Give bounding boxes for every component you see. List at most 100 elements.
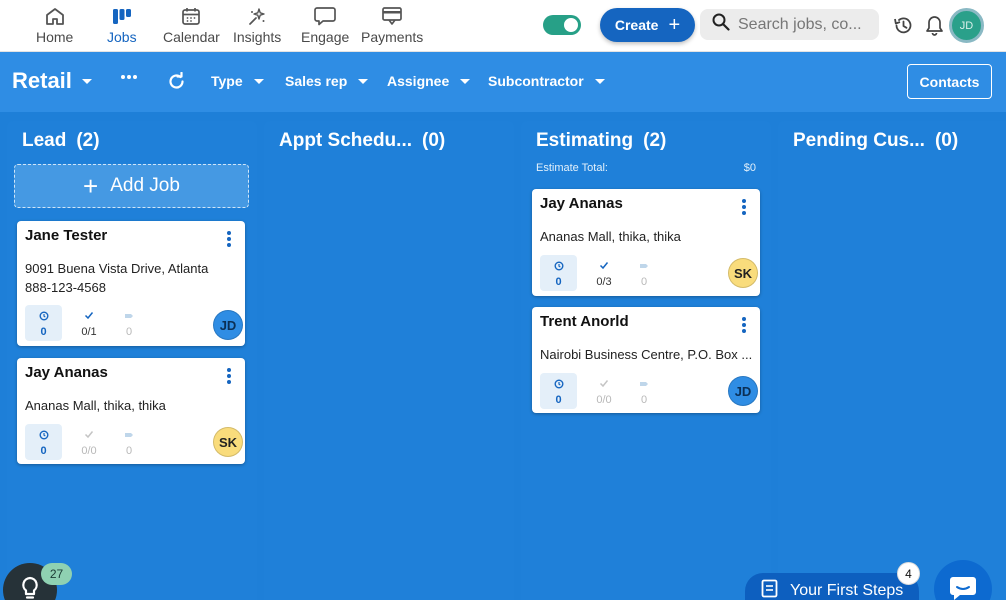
filter-sales-rep-label: Sales rep <box>285 73 348 89</box>
job-card-name: Jay Ananas <box>25 364 108 381</box>
add-job-label: Add Job <box>110 175 180 196</box>
more-options-icon[interactable] <box>120 74 138 80</box>
check-icon <box>599 259 609 273</box>
assignee-avatar[interactable]: SK <box>728 258 758 288</box>
chevron-down-icon <box>253 78 264 84</box>
nav-label-insights: Insights <box>233 29 282 45</box>
nav-item-engage[interactable]: Engage <box>301 5 349 45</box>
notes-stat: 0 <box>110 424 148 460</box>
column-title: Estimating <box>536 130 634 151</box>
filter-sales-rep[interactable]: Sales rep <box>285 73 369 89</box>
add-job-button[interactable]: + Add Job <box>14 164 249 208</box>
tasks-stat[interactable]: 0 <box>25 305 62 341</box>
help-count-badge: 27 <box>41 563 72 585</box>
estimate-total: Estimate Total: $0 <box>536 162 756 174</box>
search-input[interactable] <box>738 15 868 34</box>
column-count: (0) <box>422 130 446 151</box>
column-lead: Lead (2) + Add Job Jane Tester 9091 Buen… <box>7 121 257 600</box>
tasks-count: 0 <box>40 325 47 338</box>
notes-count: 0 <box>125 325 133 338</box>
nav-item-jobs[interactable]: Jobs <box>107 5 137 45</box>
tasks-stat[interactable]: 0 <box>540 373 577 409</box>
job-card-stats: 0 0/0 0 <box>25 424 150 460</box>
chat-icon <box>948 575 978 600</box>
job-card-address: 9091 Buena Vista Drive, Atlanta <box>25 261 209 276</box>
bell-icon[interactable] <box>923 14 945 36</box>
tasks-stat[interactable]: 0 <box>25 424 62 460</box>
job-card-stats: 0 0/3 0 <box>540 255 665 291</box>
filter-subcontractor[interactable]: Subcontractor <box>488 73 605 89</box>
home-icon <box>43 5 67 27</box>
job-card[interactable]: Jay Ananas Ananas Mall, thika, thika 0 0… <box>532 189 760 296</box>
checklist-stat: 0/3 <box>585 255 623 291</box>
job-card[interactable]: Trent Anorld Nairobi Business Centre, P.… <box>532 307 760 413</box>
nav-label-engage: Engage <box>301 29 350 45</box>
contacts-button[interactable]: Contacts <box>907 64 992 99</box>
check-icon <box>84 309 94 323</box>
user-avatar[interactable]: JD <box>949 8 984 43</box>
tag-icon <box>124 428 134 442</box>
job-card-address: Ananas Mall, thika, thika <box>25 398 166 413</box>
chat-bubble-icon <box>313 5 337 27</box>
history-icon[interactable] <box>892 14 914 36</box>
assignee-avatar[interactable]: JD <box>213 310 243 340</box>
column-title: Appt Schedu... <box>279 130 412 151</box>
mode-toggle-switch[interactable] <box>543 15 581 35</box>
column-count: (2) <box>643 130 667 151</box>
first-steps-badge: 4 <box>897 562 920 585</box>
job-card[interactable]: Jay Ananas Ananas Mall, thika, thika 0 0… <box>17 358 245 464</box>
chevron-down-icon <box>81 78 92 84</box>
notes-stat: 0 <box>625 373 663 409</box>
job-card-stats: 0 0/1 0 <box>25 305 150 341</box>
first-steps-button[interactable]: Your First Steps <box>745 573 919 600</box>
calendar-icon <box>179 5 203 27</box>
nav-label-home: Home <box>36 29 74 45</box>
plus-icon: + <box>668 14 681 36</box>
filter-type[interactable]: Type <box>211 73 264 89</box>
job-card-stats: 0 0/0 0 <box>540 373 665 409</box>
nav-label-payments: Payments <box>361 29 424 45</box>
tasks-stat[interactable]: 0 <box>540 255 577 291</box>
nav-item-calendar[interactable]: Calendar <box>163 5 220 45</box>
assignee-avatar[interactable]: SK <box>213 427 243 457</box>
job-card-address: Nairobi Business Centre, P.O. Box ... <box>540 347 753 362</box>
filter-assignee-label: Assignee <box>387 73 450 89</box>
kebab-menu-icon[interactable] <box>742 317 746 333</box>
board-selector[interactable]: Retail <box>12 68 92 94</box>
kebab-menu-icon[interactable] <box>742 199 746 215</box>
sparkle-icon <box>245 5 269 27</box>
column-title: Lead <box>22 130 67 151</box>
nav-label-calendar: Calendar <box>163 29 220 45</box>
notes-stat: 0 <box>110 305 148 341</box>
board-title: Retail <box>12 68 72 93</box>
nav-item-home[interactable]: Home <box>36 5 73 45</box>
board-toolbar: Retail Type Sales rep Assignee Subcontra… <box>0 52 1006 112</box>
global-search <box>700 9 879 40</box>
kebab-menu-icon[interactable] <box>227 368 231 384</box>
checklist-stat: 0/1 <box>70 305 108 341</box>
chevron-down-icon <box>594 78 605 84</box>
create-button[interactable]: Create + <box>600 8 695 42</box>
top-navigation-bar: Home Jobs Calendar Insights Engage Payme… <box>0 0 1006 52</box>
nav-item-payments[interactable]: Payments <box>361 5 423 45</box>
filter-subcontractor-label: Subcontractor <box>488 73 584 89</box>
job-card[interactable]: Jane Tester 9091 Buena Vista Drive, Atla… <box>17 221 245 346</box>
nav-label-jobs: Jobs <box>107 29 137 45</box>
refresh-icon[interactable] <box>167 72 186 91</box>
nav-item-insights[interactable]: Insights <box>233 5 281 45</box>
kebab-menu-icon[interactable] <box>227 231 231 247</box>
tag-icon <box>124 309 134 323</box>
filter-assignee[interactable]: Assignee <box>387 73 471 89</box>
column-title: Pending Cus... <box>793 130 925 151</box>
assignee-avatar[interactable]: JD <box>728 376 758 406</box>
checklist-count: 0/0 <box>81 444 97 457</box>
tag-icon <box>639 259 649 273</box>
filter-type-label: Type <box>211 73 243 89</box>
column-count: (0) <box>934 130 959 151</box>
tasks-count: 0 <box>40 444 47 457</box>
checklist-stat: 0/0 <box>585 373 623 409</box>
chevron-down-icon <box>358 78 369 84</box>
column-estimating: Estimating (2) Estimate Total: $0 Jay An… <box>521 121 771 600</box>
column-pending-customer: Pending Cus... (0) <box>778 121 1006 600</box>
checklist-doc-icon <box>761 579 778 600</box>
